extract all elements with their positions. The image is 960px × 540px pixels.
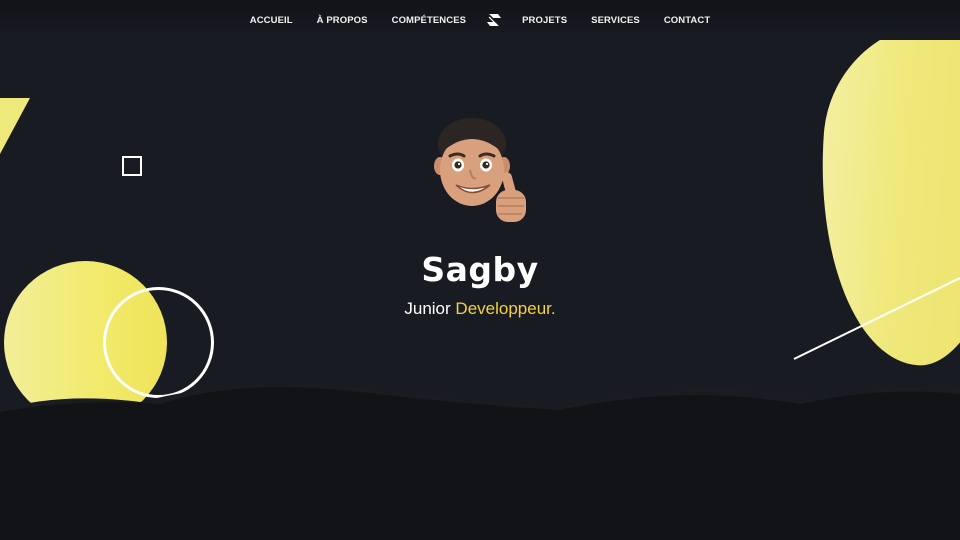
hero-name: Sagby — [421, 250, 539, 289]
bottom-wave-decoration — [0, 383, 960, 540]
hero-role-suffix: . — [550, 299, 556, 318]
nav-link-services[interactable]: SERVICES — [591, 15, 640, 26]
portfolio-page: ACCUEIL À PROPOS COMPÉTENCES PROJETS SER… — [0, 0, 960, 540]
nav-link-accueil[interactable]: ACCUEIL — [250, 15, 293, 26]
hero-role-prefix: Junior — [404, 299, 451, 318]
nav-link-contact[interactable]: CONTACT — [664, 15, 710, 26]
hero-role: Junior Developpeur. — [0, 299, 960, 319]
s-logo-icon[interactable] — [484, 10, 504, 30]
hero-section: Sagby Junior Developpeur. — [0, 108, 960, 319]
hero-role-highlight: Developpeur — [455, 299, 551, 318]
nav-link-projets[interactable]: PROJETS — [522, 15, 567, 26]
nav-link-a-propos[interactable]: À PROPOS — [317, 15, 368, 26]
nav-link-competences[interactable]: COMPÉTENCES — [392, 15, 466, 26]
memoji-thumbs-up-avatar — [434, 118, 526, 222]
top-navigation: ACCUEIL À PROPOS COMPÉTENCES PROJETS SER… — [0, 0, 960, 40]
